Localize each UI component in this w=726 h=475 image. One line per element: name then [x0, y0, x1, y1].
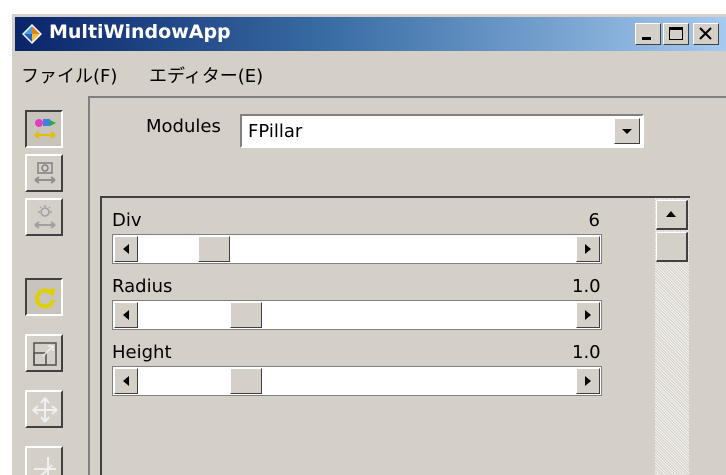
close-button[interactable]	[693, 23, 719, 45]
param-value-div: 6	[588, 210, 600, 231]
param-label-height: Height	[112, 342, 172, 363]
camera-move-button[interactable]	[25, 154, 63, 192]
param-label-radius: Radius	[112, 276, 173, 297]
scale-icon	[33, 342, 57, 366]
chevron-down-icon	[622, 129, 632, 134]
maximize-button[interactable]	[663, 23, 689, 45]
menu-editor[interactable]: エディター(E)	[149, 62, 263, 88]
param-value-radius: 1.0	[572, 276, 601, 297]
tool-palette	[15, 96, 85, 475]
slider-thumb[interactable]	[198, 236, 230, 262]
shapes-move-button[interactable]	[25, 110, 63, 148]
arrow-up-icon	[666, 211, 676, 217]
modules-dropdown-button[interactable]	[614, 118, 640, 144]
scroll-thumb[interactable]	[656, 232, 688, 262]
arrow-left-icon	[123, 244, 129, 254]
slider-right-button[interactable]	[576, 236, 600, 262]
menu-bar: ファイル(F) エディター(E)	[15, 54, 726, 88]
axis-icon	[34, 457, 56, 475]
app-icon	[22, 24, 42, 44]
arrow-left-icon	[123, 376, 129, 386]
slider-thumb[interactable]	[230, 302, 262, 328]
move-arrows-icon	[32, 397, 58, 423]
param-slider-radius[interactable]	[112, 300, 602, 330]
arrow-right-icon	[585, 376, 591, 386]
minimize-icon	[642, 37, 651, 40]
rotate-button[interactable]	[25, 278, 63, 316]
light-move-button[interactable]	[25, 198, 63, 236]
modules-label: Modules	[146, 116, 221, 137]
vertical-scrollbar[interactable]	[655, 198, 689, 475]
move-arrows-button[interactable]	[25, 390, 63, 428]
minimize-button[interactable]	[635, 23, 661, 45]
param-value-height: 1.0	[572, 342, 601, 363]
title-bar[interactable]: MultiWindowApp	[15, 17, 726, 51]
camera-move-icon	[34, 162, 56, 184]
parameters-panel: Div 6 Radius 1.0 Height 1.0	[100, 196, 690, 475]
window-title: MultiWindowApp	[49, 21, 231, 43]
arrow-right-icon	[585, 310, 591, 320]
editor-panel: Modules FPillar Div 6 Radius 1.0 Height 1.0	[88, 96, 726, 475]
scale-button[interactable]	[25, 334, 63, 372]
arrow-left-icon	[123, 310, 129, 320]
close-icon	[699, 27, 712, 40]
axis-button[interactable]	[25, 446, 63, 475]
slider-left-button[interactable]	[114, 302, 138, 328]
maximize-icon	[669, 27, 683, 40]
rotate-icon	[35, 288, 55, 309]
param-slider-height[interactable]	[112, 366, 602, 396]
slider-left-button[interactable]	[114, 236, 138, 262]
modules-dropdown[interactable]: FPillar	[240, 114, 644, 148]
param-slider-div[interactable]	[112, 234, 602, 264]
slider-right-button[interactable]	[576, 368, 600, 394]
arrow-right-icon	[585, 244, 591, 254]
slider-left-button[interactable]	[114, 368, 138, 394]
menu-file[interactable]: ファイル(F)	[21, 62, 117, 88]
scroll-up-button[interactable]	[656, 200, 688, 230]
shapes-move-icon	[34, 119, 56, 139]
modules-selected-value: FPillar	[248, 121, 303, 142]
slider-right-button[interactable]	[576, 302, 600, 328]
slider-thumb[interactable]	[230, 368, 262, 394]
app-window: MultiWindowApp ファイル(F) エディター(E) Modules …	[11, 13, 726, 475]
param-label-div: Div	[112, 210, 142, 231]
light-move-icon	[34, 205, 56, 229]
